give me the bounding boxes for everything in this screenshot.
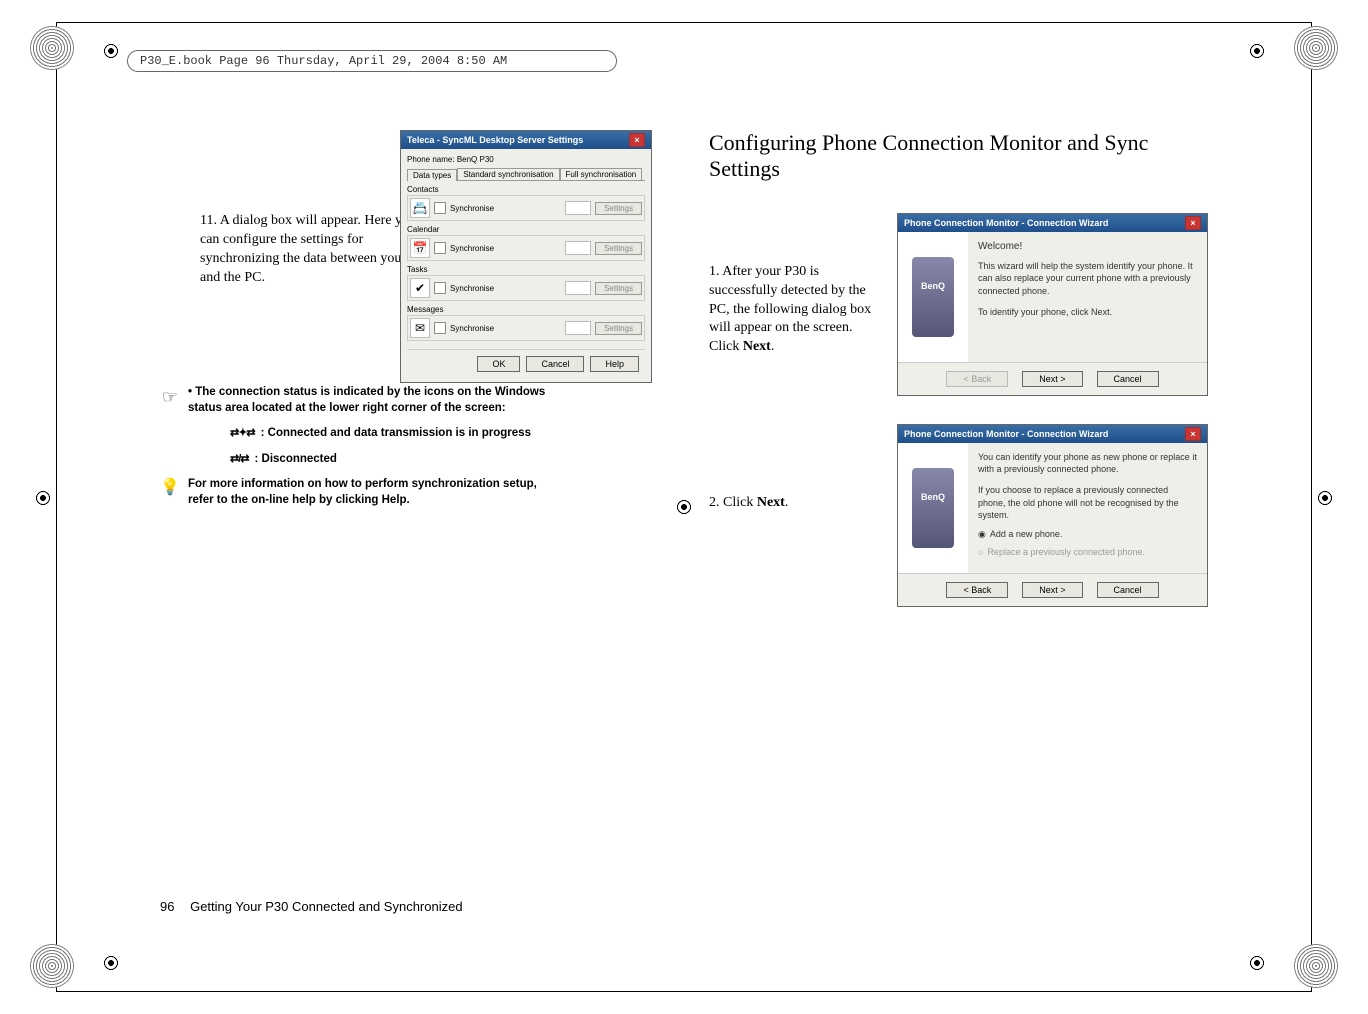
wizard2-radio1: Add a new phone. [990, 528, 1063, 541]
disconnected-icon: ⇄/⇄ [230, 452, 249, 467]
crop-mark-top [56, 22, 1312, 23]
close-icon[interactable]: × [629, 133, 645, 147]
tasks-group-label: Tasks [407, 265, 645, 274]
registration-mark-icon [1294, 26, 1338, 70]
connected-icon: ⇄✦⇄ [230, 426, 255, 441]
calendar-group-label: Calendar [407, 225, 645, 234]
messages-icon: ✉ [410, 318, 430, 338]
step-1-tail: . [771, 339, 775, 354]
file-header-text: P30_E.book Page 96 Thursday, April 29, 2… [140, 54, 507, 68]
tip-line2: refer to the on-line help by clicking He… [188, 494, 410, 506]
step-1-text: 1. After your P30 is successfully detect… [709, 264, 871, 355]
tab-standard-sync[interactable]: Standard synchronisation [457, 168, 559, 180]
left-column: 11. A dialog box will appear. Here you c… [160, 130, 659, 884]
close-icon[interactable]: × [1185, 427, 1201, 441]
note-hand-icon: ☞ [160, 385, 180, 409]
messages-group-label: Messages [407, 305, 645, 314]
section-heading: Configuring Phone Connection Monitor and… [709, 130, 1208, 183]
registration-mark-icon [98, 38, 124, 64]
wizard1-next-button[interactable]: Next > [1022, 371, 1082, 387]
contacts-sync-label: Synchronise [450, 204, 561, 213]
file-header: P30_E.book Page 96 Thursday, April 29, 2… [127, 50, 617, 72]
wizard1-welcome: Welcome! [978, 240, 1197, 254]
connected-text: : Connected and data transmission is in … [261, 426, 531, 442]
registration-mark-icon [1244, 950, 1270, 976]
calendar-sync-checkbox[interactable] [434, 242, 446, 254]
tasks-sync-checkbox[interactable] [434, 282, 446, 294]
phone-image [898, 232, 968, 362]
tasks-sync-label: Synchronise [450, 284, 561, 293]
wizard2-radio2: Replace a previously connected phone. [987, 546, 1145, 559]
wizard1-title: Phone Connection Monitor - Connection Wi… [904, 218, 1108, 228]
wizard2-title: Phone Connection Monitor - Connection Wi… [904, 429, 1108, 439]
messages-dropdown[interactable] [565, 321, 591, 335]
tip-line1: For more information on how to perform s… [188, 478, 537, 490]
help-button[interactable]: Help [590, 356, 639, 372]
contacts-group-label: Contacts [407, 185, 645, 194]
connection-wizard-1: Phone Connection Monitor - Connection Wi… [897, 213, 1208, 396]
contacts-sync-checkbox[interactable] [434, 202, 446, 214]
calendar-icon: 📅 [410, 238, 430, 258]
calendar-settings-button[interactable]: Settings [595, 242, 642, 255]
registration-mark-icon [98, 950, 124, 976]
radio-selected-icon[interactable]: ◉ [978, 528, 986, 541]
crop-mark-left [56, 22, 57, 992]
syncml-settings-dialog: Teleca - SyncML Desktop Server Settings … [400, 130, 652, 383]
messages-sync-label: Synchronise [450, 324, 561, 333]
wizard2-next-button[interactable]: Next > [1022, 582, 1082, 598]
crop-mark-right [1311, 22, 1312, 992]
registration-mark-icon [1294, 944, 1338, 988]
wizard1-cancel-button[interactable]: Cancel [1097, 371, 1159, 387]
tab-data-types[interactable]: Data types [407, 169, 457, 181]
note-text-line2: status area located at the lower right c… [188, 402, 506, 414]
registration-mark-icon [30, 26, 74, 70]
footer-title: Getting Your P30 Connected and Synchroni… [190, 899, 462, 914]
dialog-title: Teleca - SyncML Desktop Server Settings [407, 135, 583, 145]
registration-mark-icon [1244, 38, 1270, 64]
wizard2-back-button[interactable]: < Back [946, 582, 1008, 598]
wizard1-body1: This wizard will help the system identif… [978, 260, 1197, 298]
tasks-icon: ✔ [410, 278, 430, 298]
wizard2-body1: You can identify your phone as new phone… [978, 451, 1197, 476]
registration-mark-icon [30, 944, 74, 988]
right-column: Configuring Phone Connection Monitor and… [709, 130, 1208, 884]
registration-mark-icon [1312, 485, 1338, 511]
phone-image [898, 443, 968, 573]
calendar-sync-label: Synchronise [450, 244, 561, 253]
wizard2-cancel-button[interactable]: Cancel [1097, 582, 1159, 598]
registration-mark-icon [30, 485, 56, 511]
connection-wizard-2: Phone Connection Monitor - Connection Wi… [897, 424, 1208, 607]
close-icon[interactable]: × [1185, 216, 1201, 230]
phone-name-label: Phone name: BenQ P30 [407, 155, 645, 164]
contacts-icon: 📇 [410, 198, 430, 218]
crop-mark-bottom [56, 991, 1312, 992]
page-footer: 96 Getting Your P30 Connected and Synchr… [160, 899, 463, 914]
messages-settings-button[interactable]: Settings [595, 322, 642, 335]
step-2-tail: . [785, 495, 789, 510]
tasks-settings-button[interactable]: Settings [595, 282, 642, 295]
wizard1-back-button: < Back [946, 371, 1008, 387]
tip-lightbulb-icon: 💡 [160, 477, 180, 499]
radio-unselected-icon: ○ [978, 546, 983, 559]
contacts-dropdown[interactable] [565, 201, 591, 215]
wizard2-body2: If you choose to replace a previously co… [978, 484, 1197, 522]
disconnected-text: : Disconnected [255, 452, 337, 468]
calendar-dropdown[interactable] [565, 241, 591, 255]
step-2-text: 2. Click [709, 495, 757, 510]
ok-button[interactable]: OK [477, 356, 520, 372]
step-2-bold: Next [757, 495, 785, 510]
step-1-bold: Next [743, 339, 771, 354]
contacts-settings-button[interactable]: Settings [595, 202, 642, 215]
wizard1-body2: To identify your phone, click Next. [978, 306, 1197, 319]
tab-full-sync[interactable]: Full synchronisation [560, 168, 643, 180]
messages-sync-checkbox[interactable] [434, 322, 446, 334]
cancel-button[interactable]: Cancel [526, 356, 584, 372]
tasks-dropdown[interactable] [565, 281, 591, 295]
page-number: 96 [160, 899, 174, 914]
note-text-line1: • The connection status is indicated by … [188, 386, 545, 398]
